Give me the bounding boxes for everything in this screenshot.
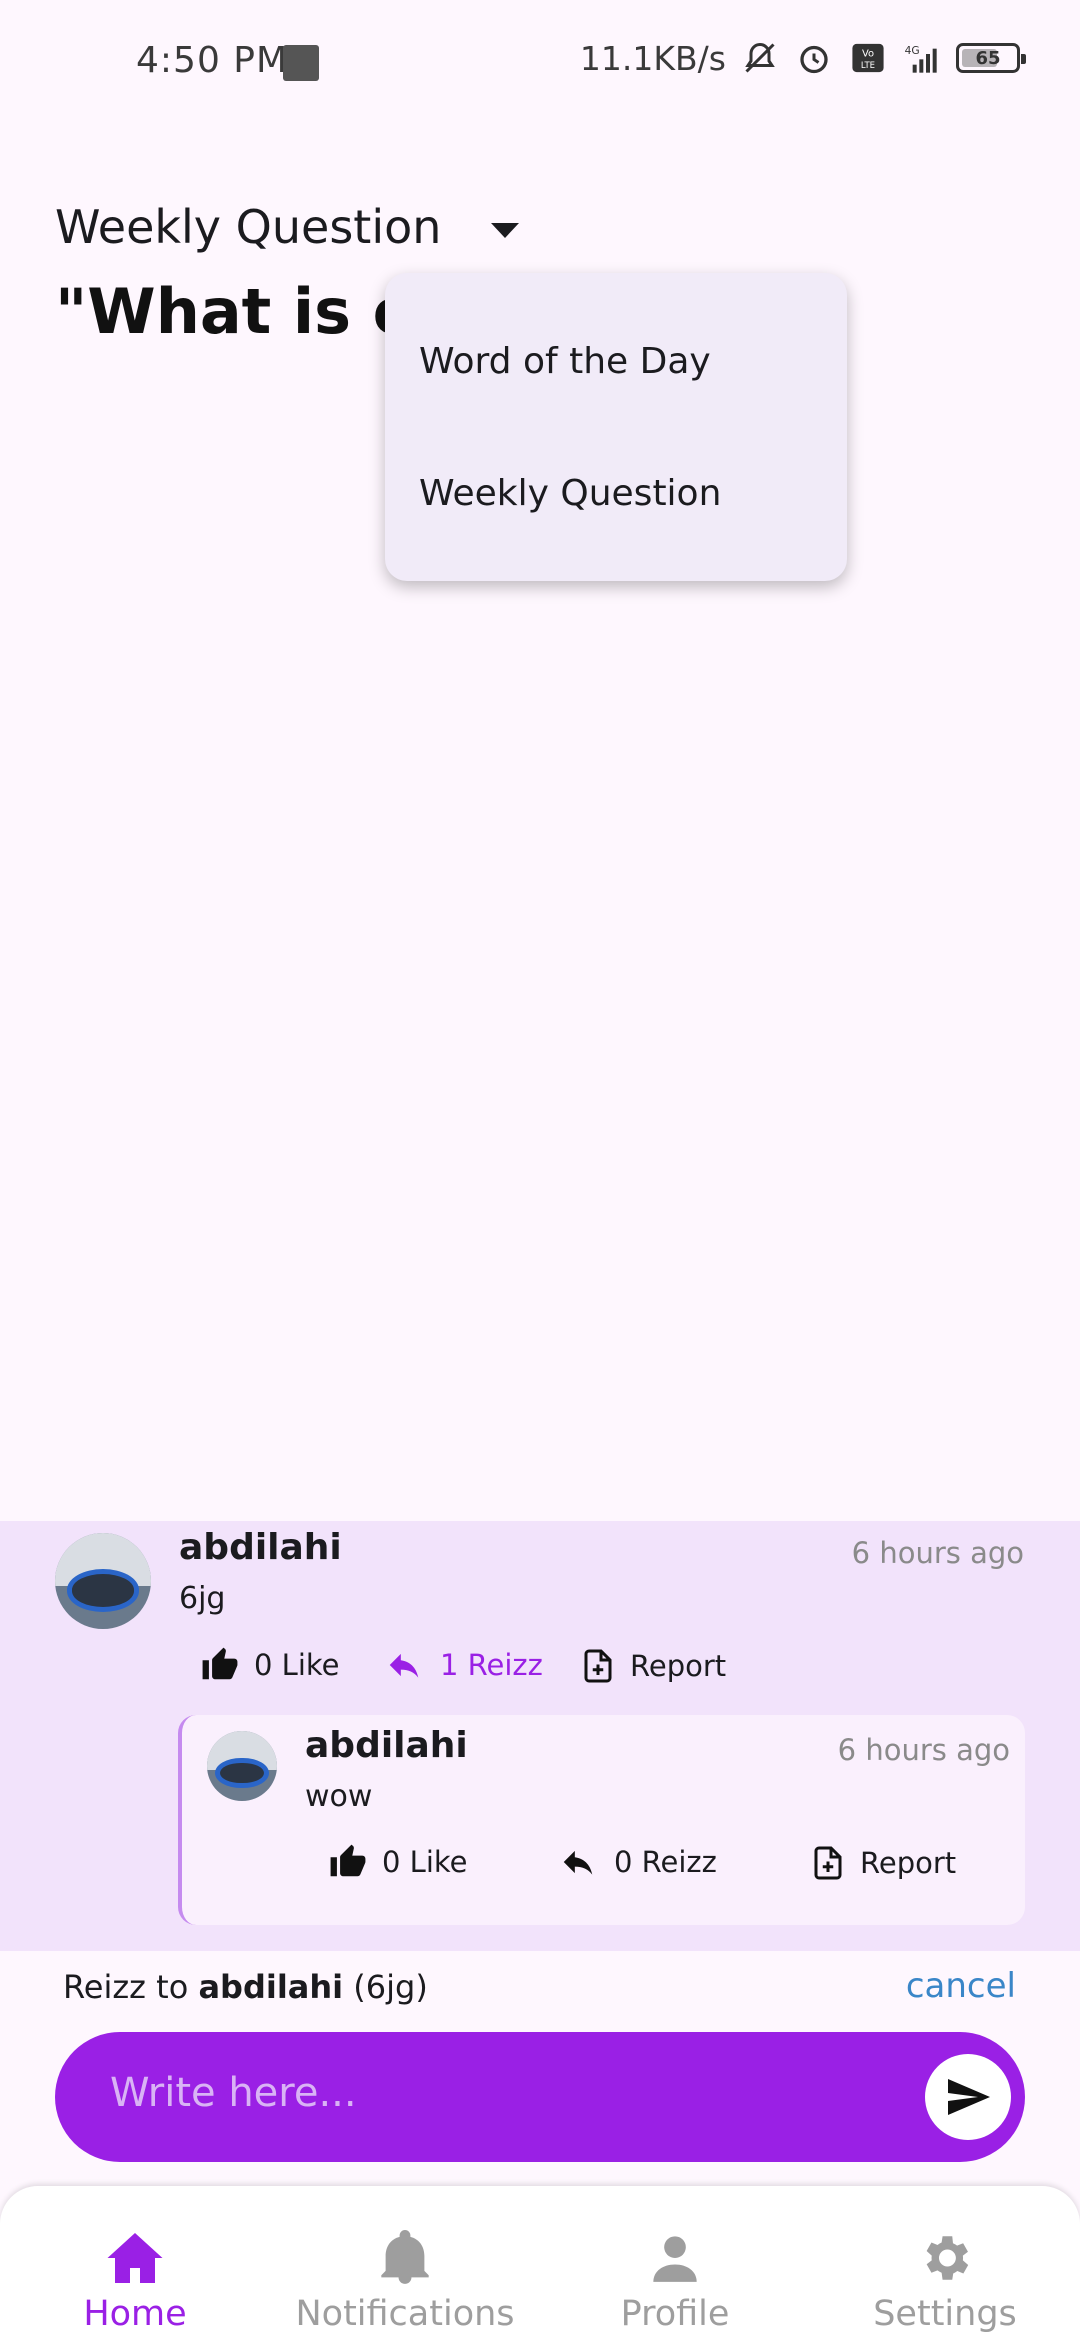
reply-to-user: abdilahi (198, 1968, 344, 2006)
thumbs-up-icon (330, 1844, 366, 1877)
bell-icon (381, 2230, 429, 2284)
battery-level: 65 (975, 47, 1001, 69)
reply-to-label: Reizz to abdilahi (6jg) (63, 1968, 428, 2006)
like-count: 0 Like (254, 1648, 340, 1682)
network-speed: 11.1KB/s (579, 38, 726, 78)
reply-like-button[interactable]: 0 Like (328, 1843, 468, 1881)
avatar[interactable] (55, 1533, 151, 1629)
mute-bell-icon (740, 38, 780, 78)
reply-reizz-count: 0 Reizz (614, 1845, 717, 1879)
like-button[interactable]: 0 Like (200, 1646, 340, 1684)
reply-like-count: 0 Like (382, 1845, 468, 1879)
thumbs-up-icon (202, 1647, 238, 1680)
alarm-icon (794, 38, 834, 78)
report-button[interactable]: Report (580, 1646, 726, 1686)
nav-home[interactable]: Home (0, 2186, 270, 2340)
reply-report-label: Report (860, 1846, 957, 1880)
reply-to-prefix: Reizz to (63, 1968, 189, 2006)
report-icon (584, 1649, 612, 1683)
signal-icon: 4G (902, 38, 942, 78)
reizz-count: 1 Reizz (440, 1648, 543, 1682)
menu-item-weekly-question[interactable]: Weekly Question (385, 427, 847, 559)
comment-username[interactable]: abdilahi (179, 1527, 342, 1568)
comment-time: 6 hours ago (851, 1536, 1024, 1570)
comment-input-placeholder: Write here... (110, 2070, 357, 2116)
report-icon (814, 1846, 842, 1880)
reply-to-text: (6jg) (353, 1968, 428, 2006)
status-icons: 11.1KB/s Vo LTE 4G 65 (579, 38, 1026, 78)
nav-notifications[interactable]: Notifications (270, 2186, 540, 2340)
person-icon (653, 2236, 697, 2282)
dropdown-label: Weekly Question (55, 200, 442, 254)
status-time: 4:50 PM (136, 40, 289, 81)
comment-input[interactable]: Write here... (55, 2032, 1025, 2162)
comment-text: 6jg (179, 1581, 226, 1616)
report-label: Report (630, 1649, 727, 1683)
svg-text:LTE: LTE (861, 61, 875, 71)
nav-profile-label: Profile (620, 2294, 730, 2334)
reply-reizz-button[interactable]: 0 Reizz (556, 1843, 717, 1881)
reply-avatar[interactable] (207, 1731, 277, 1801)
nav-notifications-label: Notifications (295, 2294, 515, 2334)
gear-icon (926, 2236, 969, 2280)
reply-username[interactable]: abdilahi (305, 1725, 468, 1766)
network-type: 4G (905, 44, 920, 57)
reply-time: 6 hours ago (837, 1733, 1010, 1767)
svg-text:Vo: Vo (862, 49, 874, 60)
nav-settings-label: Settings (873, 2294, 1017, 2334)
reply-icon (563, 1850, 593, 1875)
caret-down-icon (491, 222, 520, 238)
nav-profile[interactable]: Profile (540, 2186, 810, 2340)
battery-icon: 65 (956, 43, 1026, 73)
cancel-reply-button[interactable]: cancel (906, 1966, 1016, 2006)
home-icon (107, 2233, 163, 2283)
dropdown-menu: Word of the Day Weekly Question (385, 273, 847, 581)
volte-icon: Vo LTE (848, 38, 888, 78)
reply-icon (389, 1653, 419, 1678)
notification-square-icon (283, 45, 319, 81)
nav-settings[interactable]: Settings (810, 2186, 1080, 2340)
send-button[interactable] (925, 2054, 1011, 2140)
reizz-button[interactable]: 1 Reizz (382, 1646, 543, 1684)
menu-item-word-of-the-day[interactable]: Word of the Day (385, 295, 847, 427)
bottom-nav: Home Notifications Profile Settings (0, 2186, 1080, 2340)
reply-text: wow (305, 1779, 373, 1814)
status-bar: 4:50 PM 11.1KB/s Vo LTE 4G 65 (0, 0, 1080, 120)
nav-home-label: Home (83, 2294, 187, 2334)
send-icon (948, 2079, 990, 2115)
category-dropdown[interactable]: Weekly Question (55, 200, 520, 254)
reply-report-button[interactable]: Report (810, 1843, 956, 1883)
